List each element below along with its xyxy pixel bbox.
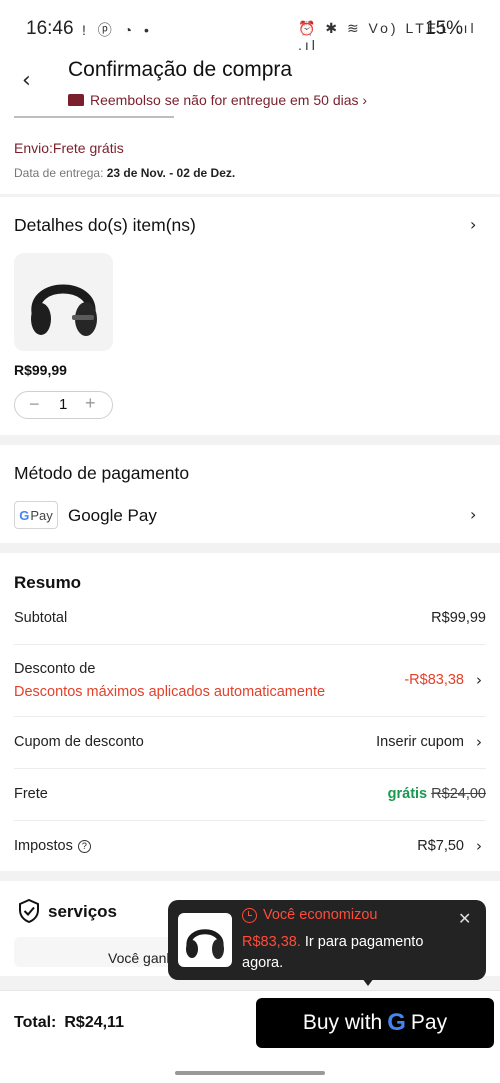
toast-pointer	[362, 978, 374, 986]
tax-value: R$7,50	[417, 838, 464, 854]
google-g-icon: G	[387, 1009, 406, 1036]
home-indicator[interactable]	[175, 1071, 325, 1075]
product-image[interactable]	[14, 253, 113, 351]
close-icon[interactable]: ✕	[458, 909, 471, 928]
clipped-address-line	[14, 112, 174, 118]
services-heading: serviços	[48, 902, 117, 921]
coupon-label: Cupom de desconto	[14, 734, 144, 750]
status-bar: 16:46 ! ⓟ ◔ • ⏰ ✱ ≋ Vo) LTE1 .ıl .ıl 15%	[0, 0, 500, 56]
headphones-icon	[31, 284, 97, 336]
chevron-right-icon[interactable]: ›	[476, 671, 482, 689]
status-notification-icons: ! ⓟ ◔ •	[82, 22, 153, 38]
chevron-right-icon[interactable]: ›	[476, 733, 482, 751]
subtotal-value: R$99,99	[431, 610, 486, 626]
free-shipping-badge: grátis	[387, 786, 428, 802]
payment-method-name[interactable]: Google Pay	[68, 506, 157, 526]
refund-guarantee-link[interactable]: Reembolso se não for entregue em 50 dias…	[68, 92, 367, 108]
shipping-cost-value: grátis R$24,00	[388, 786, 486, 802]
toast-title: Você economizou	[242, 907, 377, 923]
plus-button[interactable]: +	[85, 393, 96, 414]
shipping-cost-label: Frete	[14, 786, 48, 802]
clock-icon	[242, 907, 257, 923]
original-shipping-price: R$24,00	[431, 786, 486, 802]
toast-product-image	[178, 913, 232, 967]
discount-value: -R$83,38	[404, 672, 464, 688]
subtotal-row: Subtotal R$99,99	[14, 593, 486, 645]
subtotal-label: Subtotal	[14, 610, 68, 626]
app-header: ‹ Confirmação de compra Reembolso se não…	[0, 56, 500, 112]
refund-text: Reembolso se não for entregue em 50 dias…	[90, 92, 368, 108]
items-section: Detalhes do(s) item(ns) › R$99,99 − 1 +	[0, 197, 500, 435]
summary-heading: Resumo	[14, 573, 82, 592]
coupon-input-link[interactable]: Inserir cupom	[376, 734, 464, 750]
status-time: 16:46	[26, 18, 74, 39]
total-value: R$24,11	[64, 1014, 124, 1031]
chevron-right-icon[interactable]: ›	[470, 505, 476, 524]
box-icon	[68, 94, 84, 106]
help-icon[interactable]: ?	[77, 840, 91, 853]
discount-note: Descontos máximos aplicados automaticame…	[14, 684, 326, 700]
shipping-section: Envio:Frete grátis Data de entrega: 23 d…	[0, 112, 500, 194]
quantity-stepper: − 1 +	[14, 391, 113, 419]
payment-section: Método de pagamento G Pay Google Pay ›	[0, 445, 500, 543]
discount-row[interactable]: Desconto de Descontos máximos aplicados …	[14, 645, 486, 717]
chevron-right-icon[interactable]: ›	[476, 837, 482, 855]
toast-message[interactable]: R$83,38. Ir para pagamento agora.	[242, 932, 442, 974]
delivery-date: Data de entrega: 23 de Nov. - 02 de Dez.	[14, 166, 236, 180]
item-price: R$99,99	[14, 362, 67, 378]
minus-button[interactable]: −	[29, 394, 40, 415]
page-title: Confirmação de compra	[68, 58, 293, 81]
savings-toast[interactable]: Você economizou R$83,38. Ir para pagamen…	[168, 900, 486, 986]
status-system-icons: ⏰ ✱ ≋ Vo) LTE1 .ıl .ıl	[298, 20, 477, 53]
google-pay-logo: G Pay	[14, 501, 58, 529]
payment-heading: Método de pagamento	[14, 463, 190, 483]
shipping-cost-row: Frete grátis R$24,00	[14, 769, 486, 821]
chevron-right-icon[interactable]: ›	[470, 215, 476, 234]
headphones-icon	[186, 929, 224, 959]
order-total: Total: R$24,11	[14, 1014, 124, 1031]
shipping-method: Envio:Frete grátis	[14, 140, 124, 156]
items-heading[interactable]: Detalhes do(s) item(ns)	[14, 215, 196, 236]
buy-with-google-pay-button[interactable]: Buy with G Pay	[256, 998, 494, 1048]
tax-label: Impostos?	[14, 838, 91, 854]
arrow-left-icon[interactable]: ‹	[22, 68, 46, 96]
coupon-row[interactable]: Cupom de desconto Inserir cupom ›	[14, 717, 486, 769]
tax-row[interactable]: Impostos? R$7,50 ›	[14, 821, 486, 873]
quantity-value[interactable]: 1	[59, 396, 67, 413]
discount-label: Desconto de	[14, 661, 96, 677]
checkout-footer: Total: R$24,11 Buy with G Pay	[0, 990, 500, 1083]
shield-check-icon	[19, 899, 39, 923]
battery-level: 15%	[425, 18, 464, 39]
summary-section: Resumo Subtotal R$99,99 Desconto de Desc…	[0, 553, 500, 871]
